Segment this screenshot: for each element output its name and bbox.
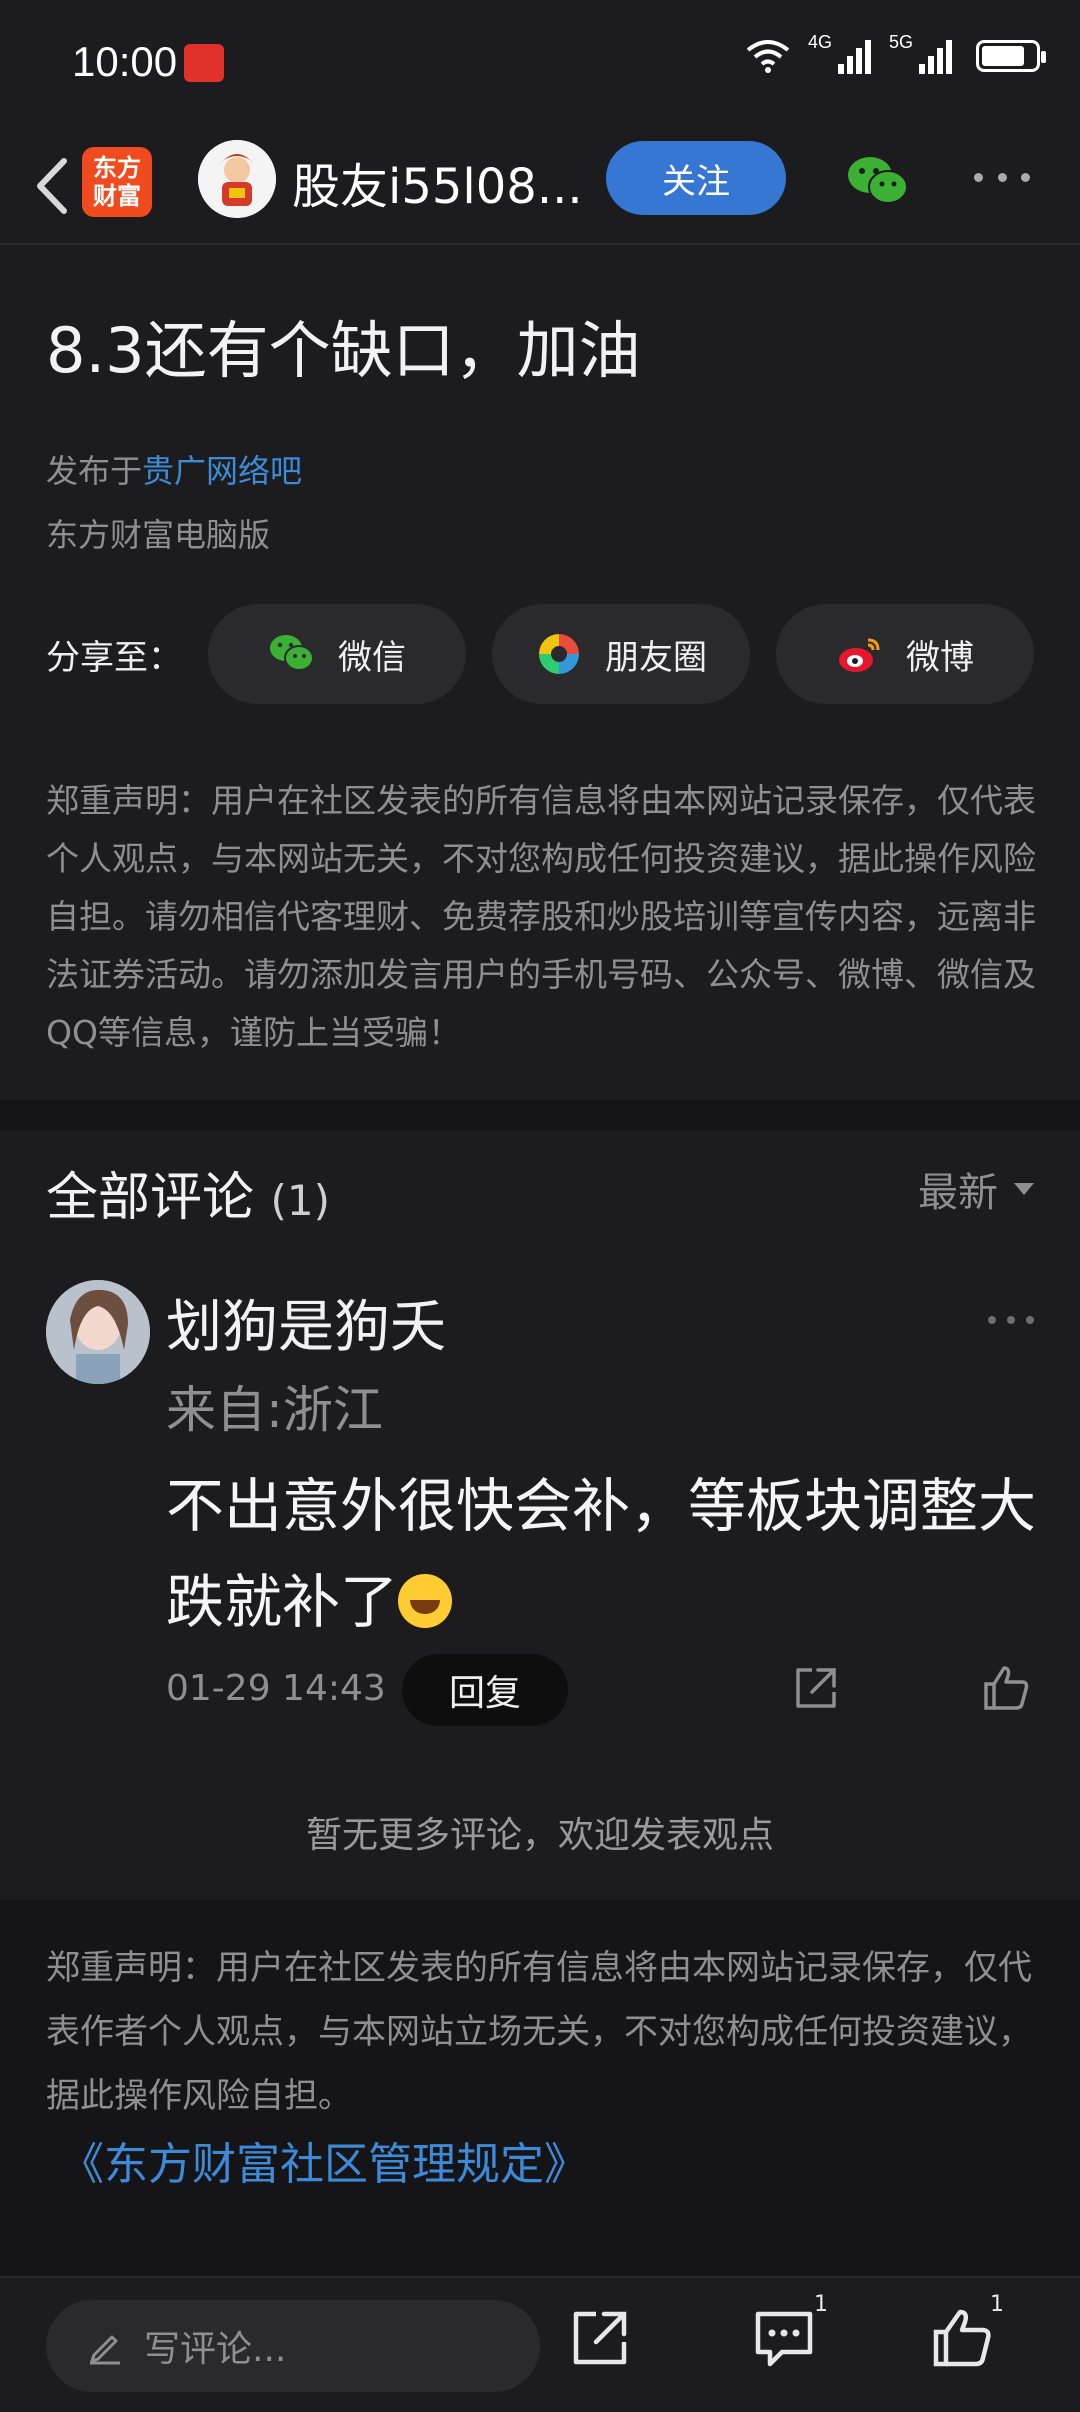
author-username[interactable]: 股友i55l08... [292,147,592,217]
signal-5g-icon: 5G [889,32,952,74]
wechat-share-icon[interactable] [846,151,910,211]
network-type-label: 4G [808,32,833,52]
posted-in-prefix: 发布于 [46,452,143,490]
comment-input[interactable]: 写评论... [46,2300,540,2392]
status-bar: 10:00 4G 5G [0,0,1080,125]
laughing-emoji-icon [398,1574,453,1628]
share-weibo-label: 微博 [906,637,974,678]
community-rules-link[interactable]: 《东方财富社区管理规定》 [60,2128,588,2192]
share-weibo-button[interactable]: 微博 [776,604,1034,704]
bottom-bar: 写评论... 1 1 [0,2276,1080,2412]
notification-app-icon [184,44,224,82]
sort-label: 最新 [918,1170,998,1216]
like-count-badge: 1 [990,2292,1004,2317]
reply-button[interactable]: 回复 [402,1654,568,1726]
section-divider [0,1100,1080,1130]
posted-in: 发布于贵广网络吧 [46,446,302,492]
commenter-name[interactable]: 划狗是狗夭 [166,1282,446,1363]
comment-text: 不出意外很快会补，等板块调整大跌就补了 [166,1458,1046,1650]
comment-icon[interactable] [752,2306,816,2370]
follow-button[interactable]: 关注 [606,141,786,215]
wechat-icon [270,635,314,671]
commenter-avatar[interactable] [46,1280,150,1384]
comment-share-icon[interactable] [790,1664,840,1714]
forum-link[interactable]: 贵广网络吧 [142,452,302,490]
sort-dropdown[interactable]: 最新 [918,1160,1034,1218]
share-label: 分享至： [46,638,182,678]
status-time: 10:00 [72,38,178,85]
caret-down-icon [1014,1183,1034,1195]
share-moments-label: 朋友圈 [605,637,707,678]
footer-disclaimer: 郑重声明：用户在社区发表的所有信息将由本网站记录保存，仅代表作者个人观点，与本网… [46,1948,1032,2116]
post-platform: 东方财富电脑版 [46,516,271,554]
like-icon[interactable] [930,2306,994,2370]
battery-icon [976,40,1046,72]
post-title: 8.3还有个缺口，加油 [46,314,641,387]
share-wechat-label: 微信 [338,637,406,678]
battery-fill [982,46,1024,66]
comment-body: 不出意外很快会补，等板块调整大跌就补了 [166,1472,1037,1636]
top-nav: 东方 财富 股友i55l08... 关注 [0,125,1080,245]
weibo-icon [839,638,880,672]
comments-title: 全部评论 [46,1168,255,1228]
status-icons: 4G 5G [746,32,1046,74]
comments-count: (1) [270,1176,331,1225]
app-logo[interactable]: 东方 财富 [82,147,152,217]
wifi-icon [746,40,790,73]
no-more-comments: 暂无更多评论，欢迎发表观点 [305,1815,774,1856]
signal-4g-icon: 4G [808,32,871,74]
comment-more-icon[interactable] [988,1316,1034,1324]
share-moments-button[interactable]: 朋友圈 [492,604,750,704]
commenter-location: 来自:浙江 [166,1381,383,1439]
comments-heading: 全部评论 (1) [46,1155,330,1230]
back-arrow-icon[interactable] [24,151,84,221]
pencil-icon [90,2335,120,2365]
share-wechat-button[interactable]: 微信 [208,604,466,704]
moments-icon [539,634,579,674]
comment-like-icon[interactable] [980,1662,1032,1714]
comment-placeholder: 写评论... [144,2329,287,2370]
comment-timestamp: 01-29 14:43 [166,1668,386,1709]
share-icon[interactable] [568,2306,632,2370]
post-disclaimer: 郑重声明：用户在社区发表的所有信息将由本网站记录保存，仅代表个人观点，与本网站无… [46,781,1036,1052]
more-options-icon[interactable] [974,173,1030,187]
comment-count-badge: 1 [814,2292,828,2317]
author-avatar[interactable] [198,140,276,218]
network-type-label: 5G [889,32,914,52]
